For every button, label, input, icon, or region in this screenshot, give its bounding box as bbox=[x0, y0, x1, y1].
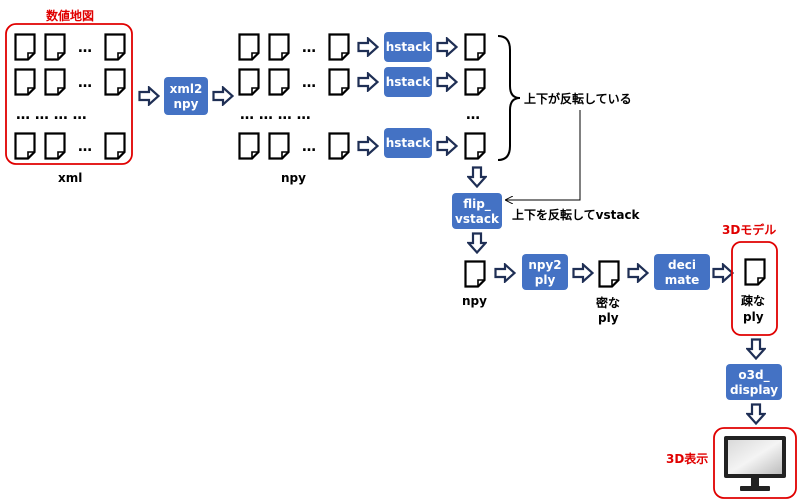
npy-final-label: npy bbox=[462, 294, 487, 308]
annotation-arrow bbox=[506, 110, 581, 200]
ellipsis: … bbox=[78, 139, 92, 155]
npy-label: npy bbox=[281, 171, 306, 185]
npy-file-icon bbox=[268, 33, 290, 61]
right-arrow-icon bbox=[357, 72, 379, 92]
npy-file-icon bbox=[268, 132, 290, 160]
xml-file-icon bbox=[104, 132, 126, 160]
pipeline-diagram: 数値地図 … … … … … … … xml xml2 npy … … … … … bbox=[5, 8, 797, 499]
npy-file-icon bbox=[328, 33, 350, 61]
right-arrow-icon bbox=[357, 37, 379, 57]
ellipsis: … bbox=[78, 75, 92, 91]
right-arrow-icon bbox=[436, 37, 458, 57]
xml-file-icon bbox=[44, 68, 66, 96]
ellipsis: … bbox=[302, 75, 316, 91]
ellipsis: … bbox=[302, 139, 316, 155]
npy-file-icon bbox=[328, 132, 350, 160]
model-title: 3Dモデル bbox=[722, 222, 776, 237]
row-npy-file-icon bbox=[464, 132, 486, 160]
xml-label: xml bbox=[58, 171, 82, 185]
dense-label-1: 密な bbox=[596, 295, 620, 310]
xml-file-icon bbox=[14, 33, 36, 61]
hstack-label: hstack bbox=[386, 75, 432, 89]
npy-tile-grid bbox=[238, 33, 350, 160]
xml-tile-grid bbox=[14, 33, 126, 160]
npy-file-icon bbox=[238, 33, 260, 61]
npy-file-icon bbox=[268, 68, 290, 96]
decimate-label-2: mate bbox=[665, 273, 699, 287]
flip-note: 上下を反転してvstack bbox=[512, 207, 641, 222]
right-arrow-icon bbox=[212, 86, 234, 106]
down-arrow-icon bbox=[746, 403, 766, 425]
hstack-label: hstack bbox=[386, 136, 432, 150]
flipped-note: 上下が反転している bbox=[524, 91, 632, 106]
curly-brace bbox=[497, 35, 521, 161]
right-arrow-icon bbox=[357, 136, 379, 156]
right-arrow-icon bbox=[436, 136, 458, 156]
flip-vstack-label-1: flip_ bbox=[463, 197, 491, 212]
right-arrow-icon bbox=[436, 72, 458, 92]
xml2npy-label-2: npy bbox=[174, 97, 199, 111]
xml-file-icon bbox=[104, 68, 126, 96]
down-arrow-icon bbox=[467, 232, 487, 254]
row-npy-file-icon bbox=[464, 33, 486, 61]
display-title: 3D表示 bbox=[666, 451, 708, 466]
right-arrow-icon bbox=[572, 263, 594, 283]
o3d-display-label-2: display bbox=[730, 383, 778, 397]
monitor-icon bbox=[724, 436, 786, 491]
down-arrow-icon bbox=[467, 166, 487, 188]
o3d-display-label-1: o3d_ bbox=[738, 368, 769, 383]
sparse-label-1: 疎な bbox=[741, 293, 765, 308]
hstack-label: hstack bbox=[386, 40, 432, 54]
right-arrow-icon bbox=[627, 263, 649, 283]
right-arrow-icon bbox=[138, 86, 160, 106]
xml-file-icon bbox=[44, 132, 66, 160]
xml-file-icon bbox=[44, 33, 66, 61]
right-arrow-icon bbox=[712, 263, 734, 283]
npy-file-icon bbox=[328, 68, 350, 96]
npy2ply-label-1: npy2 bbox=[528, 258, 561, 272]
npy2ply-label-2: ply bbox=[535, 273, 556, 287]
sparse-ply-file-icon bbox=[744, 258, 766, 286]
right-arrow-icon bbox=[494, 263, 516, 283]
ellipsis-row: … … … … bbox=[240, 107, 311, 123]
ellipsis: … bbox=[302, 40, 316, 56]
ellipsis-row: … … … … bbox=[16, 107, 87, 123]
xml-file-icon bbox=[14, 68, 36, 96]
ellipsis: … bbox=[466, 107, 480, 123]
ellipsis: … bbox=[78, 40, 92, 56]
npy-file-icon bbox=[238, 132, 260, 160]
decimate-label-1: deci bbox=[668, 258, 696, 272]
dense-label-2: ply bbox=[598, 311, 619, 325]
xml-file-icon bbox=[14, 132, 36, 160]
flip-vstack-label-2: vstack bbox=[455, 212, 500, 226]
dense-ply-file-icon bbox=[598, 260, 620, 288]
down-arrow-icon bbox=[746, 338, 766, 360]
row-npy-file-icon bbox=[464, 68, 486, 96]
sparse-label-2: ply bbox=[743, 310, 764, 324]
npy-file-icon bbox=[238, 68, 260, 96]
map-title: 数値地図 bbox=[46, 8, 94, 23]
merged-npy-file-icon bbox=[464, 260, 486, 288]
xml-file-icon bbox=[104, 33, 126, 61]
xml2npy-label-1: xml2 bbox=[170, 82, 203, 96]
